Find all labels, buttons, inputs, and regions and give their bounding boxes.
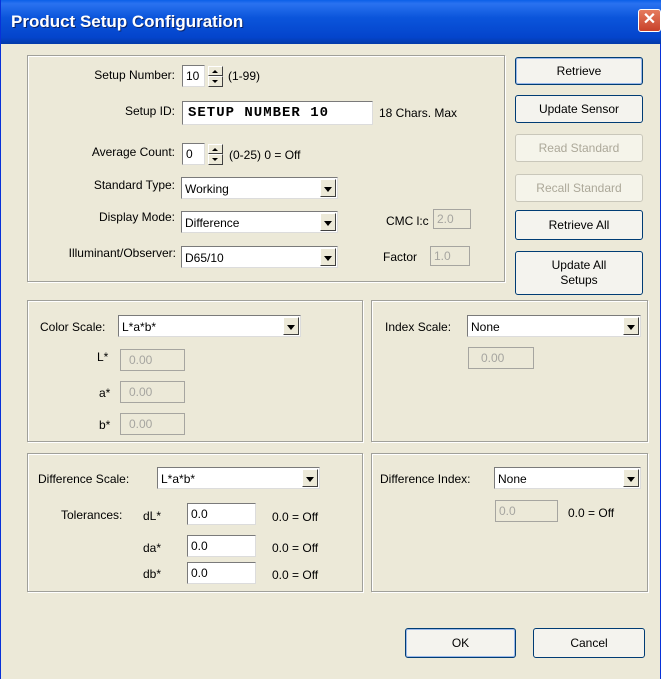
- chevron-down-icon[interactable]: [623, 469, 639, 487]
- factor-field: 1.0: [430, 246, 470, 266]
- retrieve-button[interactable]: Retrieve: [515, 57, 643, 85]
- chevron-down-icon[interactable]: [320, 248, 336, 266]
- dialog-window: Product Setup Configuration ✕ Setup Numb…: [0, 0, 661, 679]
- chevron-down-icon[interactable]: [320, 179, 336, 197]
- retrieve-all-button[interactable]: Retrieve All: [515, 210, 643, 240]
- chevron-down-icon[interactable]: [302, 469, 318, 487]
- setup-id-label: Setup ID:: [124, 104, 175, 118]
- difference-index-label: Difference Index:: [380, 472, 471, 486]
- title-bar[interactable]: Product Setup Configuration ✕: [1, 0, 661, 44]
- tolerances-label: Tolerances:: [61, 508, 123, 522]
- factor-label: Factor: [383, 250, 418, 264]
- difference-scale-label: Difference Scale:: [38, 472, 130, 486]
- spin-up-icon[interactable]: [208, 144, 223, 154]
- dl-label: dL*: [143, 509, 162, 523]
- chevron-down-icon[interactable]: [320, 213, 336, 231]
- da-label: da*: [143, 541, 162, 555]
- setup-id-hint: 18 Chars. Max: [379, 106, 458, 120]
- illuminant-observer-select[interactable]: D65/10: [181, 246, 338, 268]
- setup-number-spinner[interactable]: [208, 66, 223, 87]
- standard-type-select[interactable]: Working: [181, 177, 338, 199]
- average-count-field[interactable]: 0: [182, 143, 205, 165]
- b-star-field: 0.00: [120, 413, 185, 435]
- index-scale-field: 0.00: [468, 347, 534, 369]
- difference-index-field: 0.0: [495, 500, 558, 522]
- spin-down-icon[interactable]: [208, 154, 223, 165]
- cmc-field: 2.0: [433, 209, 471, 229]
- read-standard-button[interactable]: Read Standard: [515, 134, 643, 162]
- cmc-label: CMC l:c: [386, 214, 429, 228]
- cancel-button[interactable]: Cancel: [533, 628, 645, 658]
- da-hint: 0.0 = Off: [272, 541, 319, 555]
- close-icon: ✕: [642, 11, 657, 28]
- display-mode-select[interactable]: Difference: [181, 211, 338, 233]
- difference-scale-select[interactable]: L*a*b*: [157, 467, 320, 489]
- b-star-label: b*: [99, 418, 111, 432]
- dl-hint: 0.0 = Off: [272, 510, 319, 524]
- a-star-field: 0.00: [120, 381, 185, 403]
- spin-up-icon[interactable]: [208, 66, 223, 76]
- setup-number-range: (1-99): [228, 69, 261, 83]
- ok-button[interactable]: OK: [405, 628, 516, 658]
- setup-number-field[interactable]: 10: [182, 65, 205, 87]
- setup-number-label: Setup Number:: [94, 68, 175, 82]
- difference-index-hint: 0.0 = Off: [568, 506, 615, 520]
- spin-down-icon[interactable]: [208, 76, 223, 87]
- chevron-down-icon[interactable]: [623, 317, 639, 335]
- standard-type-label: Standard Type:: [93, 178, 175, 192]
- dl-tolerance-input[interactable]: 0.0: [187, 503, 256, 525]
- l-star-field: 0.00: [120, 349, 185, 371]
- difference-index-select[interactable]: None: [494, 467, 641, 489]
- index-scale-select[interactable]: None: [467, 315, 641, 337]
- db-tolerance-input[interactable]: 0.0: [187, 562, 256, 584]
- close-button[interactable]: ✕: [638, 9, 661, 32]
- db-hint: 0.0 = Off: [272, 568, 319, 582]
- average-count-label: Average Count:: [91, 145, 175, 159]
- index-scale-label: Index Scale:: [385, 320, 452, 334]
- window-title: Product Setup Configuration: [11, 12, 244, 31]
- display-mode-label: Display Mode:: [98, 210, 175, 224]
- average-count-spinner[interactable]: [208, 144, 223, 165]
- average-count-range: (0-25) 0 = Off: [229, 148, 301, 162]
- recall-standard-button[interactable]: Recall Standard: [515, 174, 643, 202]
- a-star-label: a*: [99, 386, 111, 400]
- color-scale-select[interactable]: L*a*b*: [118, 315, 301, 337]
- chevron-down-icon[interactable]: [283, 317, 299, 335]
- setup-id-input[interactable]: SETUP NUMBER 10: [182, 101, 373, 125]
- l-star-label: L*: [97, 350, 109, 364]
- da-tolerance-input[interactable]: 0.0: [187, 535, 256, 557]
- update-sensor-button[interactable]: Update Sensor: [515, 95, 643, 123]
- update-all-setups-button[interactable]: Update All Setups: [515, 251, 643, 295]
- color-scale-label: Color Scale:: [40, 320, 106, 334]
- illuminant-observer-label: Illuminant/Observer:: [68, 246, 176, 260]
- db-label: db*: [143, 567, 162, 581]
